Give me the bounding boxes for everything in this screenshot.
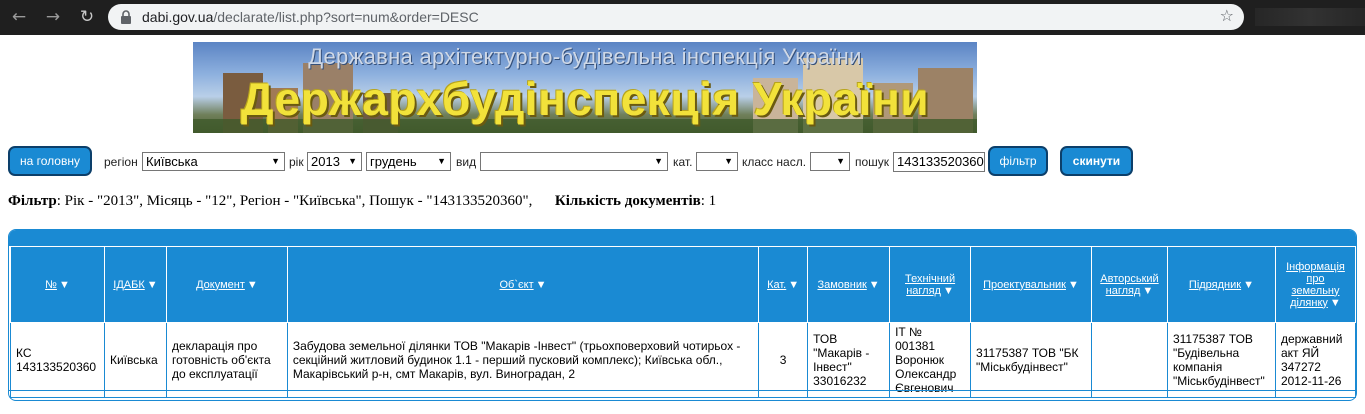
type-label: вид bbox=[456, 155, 477, 169]
column-header-contractor[interactable]: Підрядник ▼ bbox=[1166, 246, 1276, 323]
bookmark-star-icon[interactable]: ☆ bbox=[1220, 6, 1234, 25]
column-header-object-label[interactable]: Об`єкт bbox=[500, 279, 534, 291]
table-row: КС 143133520360 Київська декларація про … bbox=[10, 322, 1357, 398]
filter-summary-text: : Рік - "2013", Місяць - "12", Регіон - … bbox=[56, 193, 533, 209]
search-input[interactable]: 143133520360 bbox=[893, 152, 985, 172]
url-path: /declarate/list.php?sort=num&order=DESC bbox=[213, 9, 479, 25]
column-header-tech-label-2[interactable]: нагляд bbox=[906, 285, 941, 297]
cell-contractor: 31175387 ТОВ "Будівельна компанія "Міськ… bbox=[1166, 322, 1276, 398]
column-header-category[interactable]: Кат. ▼ bbox=[758, 246, 809, 323]
url-text: dabi.gov.ua/declarate/list.php?sort=num&… bbox=[142, 8, 479, 26]
column-header-document[interactable]: Документ ▼ bbox=[165, 246, 288, 323]
table-header-row: № ▼ ІДАБК ▼ Документ ▼ Об`єкт ▼ Кат. ▼ Замовн… bbox=[10, 246, 1357, 323]
year-select[interactable]: 2013 ▼ bbox=[307, 152, 362, 171]
column-header-num[interactable]: № ▼ bbox=[10, 246, 105, 323]
class-label: класс насл. bbox=[742, 155, 807, 169]
column-header-tech-label-1[interactable]: Технічний bbox=[905, 273, 955, 285]
chevron-down-icon: ▼ bbox=[836, 156, 845, 166]
cell-num: КС 143133520360 bbox=[10, 322, 105, 398]
column-header-tech-supervision[interactable]: Технічний нагляд ▼ bbox=[889, 246, 972, 323]
region-select-value: Київська bbox=[146, 154, 198, 169]
column-header-land-info[interactable]: Інформація про земельну ділянку ▼ bbox=[1274, 246, 1357, 323]
category-label: кат. bbox=[673, 155, 693, 169]
sort-triangle-icon[interactable]: ▼ bbox=[247, 279, 258, 291]
cell-customer: ТОВ "Макарів - Інвест" 33016232 bbox=[807, 322, 891, 398]
filter-summary-label: Фільтр bbox=[8, 193, 57, 209]
category-select[interactable]: ▼ bbox=[696, 152, 738, 171]
extensions-area bbox=[1255, 8, 1365, 26]
filter-summary: Фільтр: Рік - "2013", Місяць - "12", Рег… bbox=[8, 193, 716, 210]
sort-triangle-icon[interactable]: ▼ bbox=[59, 279, 70, 291]
month-select[interactable]: грудень ▼ bbox=[366, 152, 451, 171]
column-header-designer[interactable]: Проектувальник ▼ bbox=[970, 246, 1092, 323]
column-header-author-supervision[interactable]: Авторський нагляд ▼ bbox=[1090, 246, 1168, 323]
cell-land-info: державний акт ЯЙ 347272 2012-11-26 bbox=[1274, 322, 1357, 398]
table-bottom-strip bbox=[9, 390, 1356, 400]
column-header-land-label-4[interactable]: ділянку bbox=[1290, 297, 1328, 309]
column-header-object[interactable]: Об`єкт ▼ bbox=[286, 246, 760, 323]
back-arrow-icon[interactable]: ← bbox=[8, 6, 30, 28]
document-count-value: : 1 bbox=[700, 193, 717, 209]
chevron-down-icon: ▼ bbox=[348, 156, 357, 166]
home-button[interactable]: на головну bbox=[8, 146, 92, 176]
sort-triangle-icon[interactable]: ▼ bbox=[1142, 285, 1153, 297]
year-select-value: 2013 bbox=[311, 154, 340, 169]
cell-designer: 31175387 ТОВ "БК "Міськбудінвест" bbox=[970, 322, 1092, 398]
filter-button[interactable]: фільтр bbox=[988, 146, 1048, 176]
chevron-down-icon: ▼ bbox=[437, 156, 446, 166]
cell-tech-supervision: ІТ № 001381 Воронюк Олександр Євгенович bbox=[889, 322, 972, 398]
table-top-bar bbox=[9, 230, 1356, 246]
column-header-land-label-2[interactable]: про bbox=[1306, 273, 1324, 285]
column-header-author-label-1[interactable]: Авторський bbox=[1100, 273, 1158, 285]
cell-category: 3 bbox=[758, 322, 809, 398]
document-count-label: Кількість документів bbox=[554, 193, 701, 209]
reload-icon[interactable]: ↻ bbox=[76, 6, 98, 28]
column-header-land-label-1[interactable]: Інформація bbox=[1286, 261, 1345, 273]
cell-object: Забудова земельної ділянки ТОВ "Макарів … bbox=[286, 322, 760, 398]
browser-toolbar: ← → ↻ dabi.gov.ua/declarate/list.php?sor… bbox=[0, 0, 1365, 35]
column-header-customer[interactable]: Замовник ▼ bbox=[807, 246, 891, 323]
banner-title: Держархбудінспекція України bbox=[240, 73, 930, 125]
results-table-container: № ▼ ІДАБК ▼ Документ ▼ Об`єкт ▼ Кат. ▼ Замовн… bbox=[8, 229, 1357, 401]
forward-arrow-icon[interactable]: → bbox=[42, 6, 64, 28]
chevron-down-icon: ▼ bbox=[724, 156, 733, 166]
region-select[interactable]: Київська ▼ bbox=[142, 152, 285, 171]
column-header-idabk[interactable]: ІДАБК ▼ bbox=[103, 246, 167, 323]
sort-triangle-icon[interactable]: ▼ bbox=[1068, 279, 1079, 291]
region-label: регіон bbox=[104, 155, 138, 169]
column-header-land-label-3[interactable]: земельну bbox=[1291, 285, 1339, 297]
sort-triangle-icon[interactable]: ▼ bbox=[788, 279, 799, 291]
column-header-customer-label[interactable]: Замовник bbox=[817, 279, 866, 291]
sort-triangle-icon[interactable]: ▼ bbox=[147, 279, 158, 291]
sort-triangle-icon[interactable]: ▼ bbox=[536, 279, 547, 291]
column-header-contractor-label[interactable]: Підрядник bbox=[1189, 279, 1241, 291]
column-header-category-label[interactable]: Кат. bbox=[767, 279, 786, 291]
cell-document: декларація про готовність об'єкта до екс… bbox=[165, 322, 288, 398]
chevron-down-icon: ▼ bbox=[271, 156, 280, 166]
sort-triangle-icon[interactable]: ▼ bbox=[869, 279, 880, 291]
cell-idabk: Київська bbox=[103, 322, 167, 398]
class-select[interactable]: ▼ bbox=[810, 152, 850, 171]
site-banner: Державна архітектурно-будівельна інспекц… bbox=[193, 42, 977, 133]
year-label: рік bbox=[289, 155, 304, 169]
month-select-value: грудень bbox=[370, 154, 417, 169]
sort-triangle-icon[interactable]: ▼ bbox=[943, 285, 954, 297]
column-header-author-label-2[interactable]: нагляд bbox=[1106, 285, 1141, 297]
type-select[interactable]: ▼ bbox=[480, 152, 668, 171]
sort-triangle-icon[interactable]: ▼ bbox=[1243, 279, 1254, 291]
reset-button[interactable]: скинути bbox=[1060, 146, 1133, 176]
search-label: пошук bbox=[855, 155, 890, 169]
chevron-down-icon: ▼ bbox=[654, 156, 663, 166]
results-table: № ▼ ІДАБК ▼ Документ ▼ Об`єкт ▼ Кат. ▼ Замовн… bbox=[10, 246, 1357, 398]
lock-icon bbox=[121, 10, 131, 24]
column-header-designer-label[interactable]: Проектувальник bbox=[983, 279, 1066, 291]
column-header-num-label[interactable]: № bbox=[45, 279, 57, 291]
address-bar[interactable]: dabi.gov.ua/declarate/list.php?sort=num&… bbox=[108, 4, 1244, 30]
column-header-document-label[interactable]: Документ bbox=[196, 279, 245, 291]
cell-author-supervision bbox=[1090, 322, 1168, 398]
sort-triangle-icon[interactable]: ▼ bbox=[1330, 297, 1341, 309]
column-header-idabk-label[interactable]: ІДАБК bbox=[113, 279, 144, 291]
url-host: dabi.gov.ua bbox=[142, 9, 214, 25]
banner-subtitle: Державна архітектурно-будівельна інспекц… bbox=[308, 44, 862, 69]
